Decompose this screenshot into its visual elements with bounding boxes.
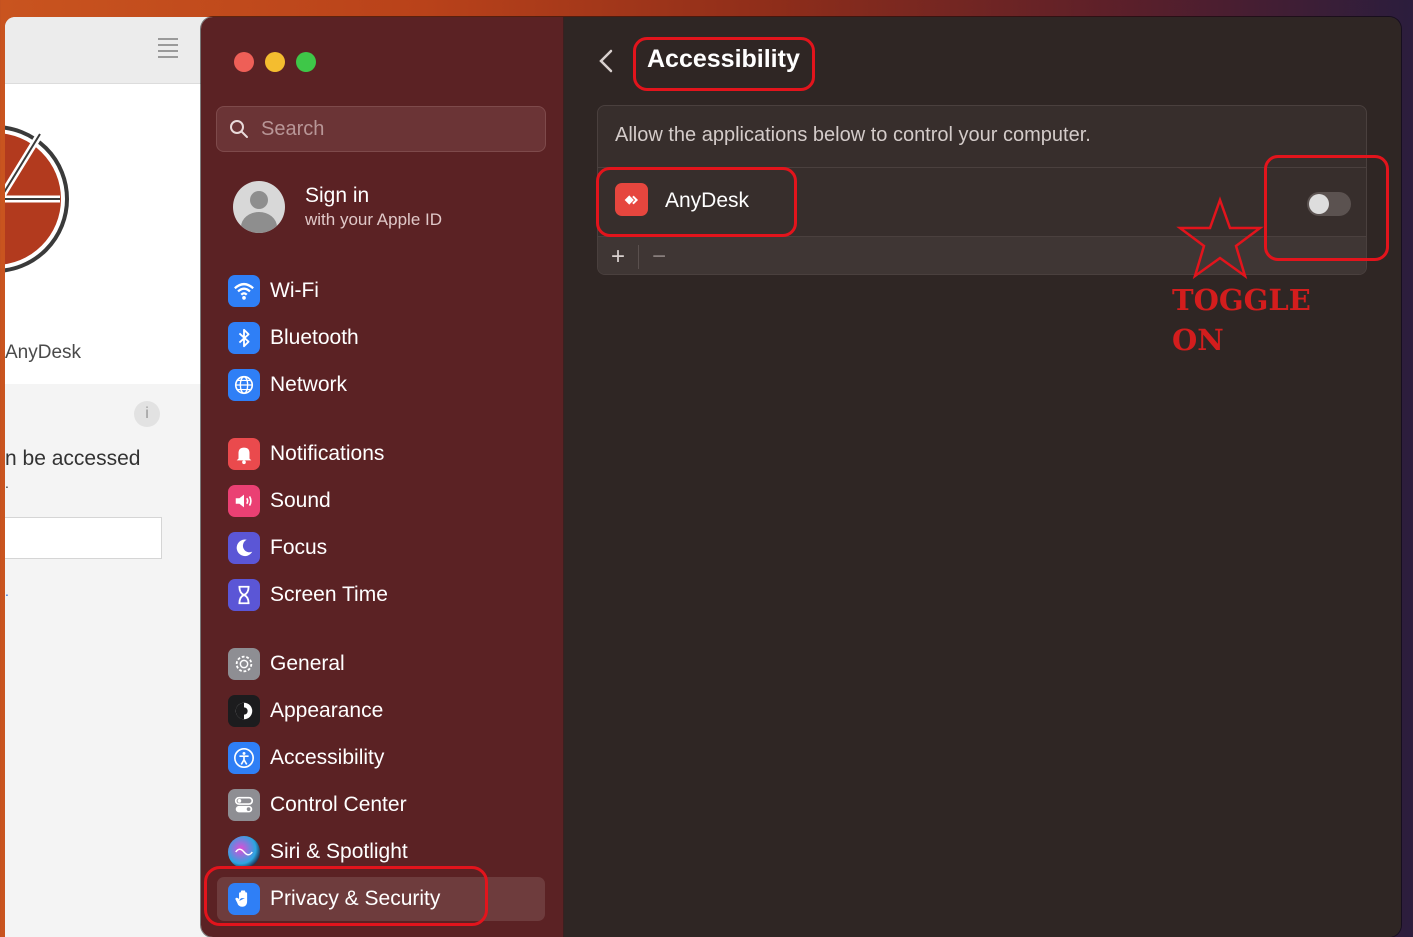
sidebar-item-label: Accessibility [270, 746, 385, 769]
sidebar-item-network[interactable]: Network [217, 363, 545, 407]
gear-icon [228, 648, 260, 680]
sidebar-item-label: Appearance [270, 699, 384, 722]
sidebar-item-privacy-security[interactable]: Privacy & Security [217, 877, 545, 921]
sidebar-item-wifi[interactable]: Wi-Fi [217, 269, 545, 313]
page-title: Accessibility [647, 45, 800, 73]
moon-icon [228, 532, 260, 564]
sidebar-item-label: Wi-Fi [270, 279, 319, 302]
background-window: AnyDesk i n be accessed . . [5, 17, 220, 937]
add-app-button[interactable]: + [598, 237, 638, 274]
list-menu-icon[interactable] [158, 38, 178, 62]
zoom-window-button[interactable] [296, 52, 316, 72]
star-annotation-icon [1176, 196, 1264, 280]
content-pane: Accessibility Allow the applications bel… [564, 17, 1401, 937]
close-window-button[interactable] [234, 52, 254, 72]
sidebar-item-label: Siri & Spotlight [270, 840, 408, 863]
control-center-icon [228, 789, 260, 821]
sidebar-item-accessibility[interactable]: Accessibility [217, 736, 545, 780]
hand-icon [228, 883, 260, 915]
window-controls [234, 52, 316, 72]
search-icon [230, 120, 248, 138]
info-icon[interactable]: i [134, 401, 160, 427]
search-input[interactable] [259, 116, 523, 142]
access-text: n be accessed [5, 447, 141, 470]
remove-app-button[interactable]: − [639, 237, 679, 274]
app-name: AnyDesk [665, 189, 750, 212]
hourglass-icon [228, 579, 260, 611]
sidebar-item-control-center[interactable]: Control Center [217, 783, 545, 827]
toggle-knob [1309, 194, 1329, 214]
speaker-icon [228, 485, 260, 517]
apple-id-signin[interactable]: Sign in with your Apple ID [233, 181, 442, 233]
sidebar-item-bluetooth[interactable]: Bluetooth [217, 316, 545, 360]
sidebar-item-siri-spotlight[interactable]: Siri & Spotlight [217, 830, 545, 874]
sidebar-item-label: Network [270, 373, 348, 396]
minimize-window-button[interactable] [265, 52, 285, 72]
brand-label: AnyDesk [5, 342, 82, 363]
siri-icon [228, 836, 260, 868]
background-window-toolbar [5, 17, 220, 84]
sidebar-item-label: Control Center [270, 793, 407, 816]
address-field[interactable] [5, 517, 162, 559]
appearance-icon [228, 695, 260, 727]
wifi-icon [228, 275, 260, 307]
anydesk-permission-toggle[interactable] [1307, 192, 1351, 216]
avatar [233, 181, 285, 233]
background-window-content: AnyDesk [5, 84, 220, 384]
sidebar: Sign in with your Apple ID Wi-Fi Bluetoo… [201, 17, 564, 937]
sidebar-item-label: Focus [270, 536, 328, 559]
sidebar-item-label: General [270, 652, 345, 675]
sidebar-item-label: Screen Time [270, 583, 388, 606]
help-link[interactable]: . [5, 583, 9, 599]
system-settings-window: Sign in with your Apple ID Wi-Fi Bluetoo… [201, 17, 1401, 937]
signin-subtitle: with your Apple ID [305, 210, 443, 229]
sidebar-item-notifications[interactable]: Notifications [217, 432, 545, 476]
access-text-continued: . [5, 475, 9, 491]
sidebar-item-focus[interactable]: Focus [217, 526, 545, 570]
sidebar-item-label: Sound [270, 489, 331, 512]
search-field[interactable] [216, 106, 546, 152]
signin-title: Sign in [305, 184, 370, 207]
sidebar-item-appearance[interactable]: Appearance [217, 689, 545, 733]
bluetooth-icon [228, 322, 260, 354]
globe-icon [228, 369, 260, 401]
bell-icon [228, 438, 260, 470]
sidebar-item-label: Notifications [270, 442, 385, 465]
accessibility-icon [228, 742, 260, 774]
anydesk-icon [615, 183, 648, 216]
sidebar-item-sound[interactable]: Sound [217, 479, 545, 523]
list-description: Allow the applications below to control … [615, 124, 1091, 146]
sidebar-item-label: Bluetooth [270, 326, 359, 349]
back-chevron-icon[interactable] [596, 45, 616, 77]
app-logo-icon [5, 125, 69, 273]
sidebar-item-screen-time[interactable]: Screen Time [217, 573, 545, 617]
sidebar-item-general[interactable]: General [217, 642, 545, 686]
sidebar-item-label: Privacy & Security [270, 887, 441, 910]
annotation-text: TOGGLE ON [1172, 283, 1311, 357]
